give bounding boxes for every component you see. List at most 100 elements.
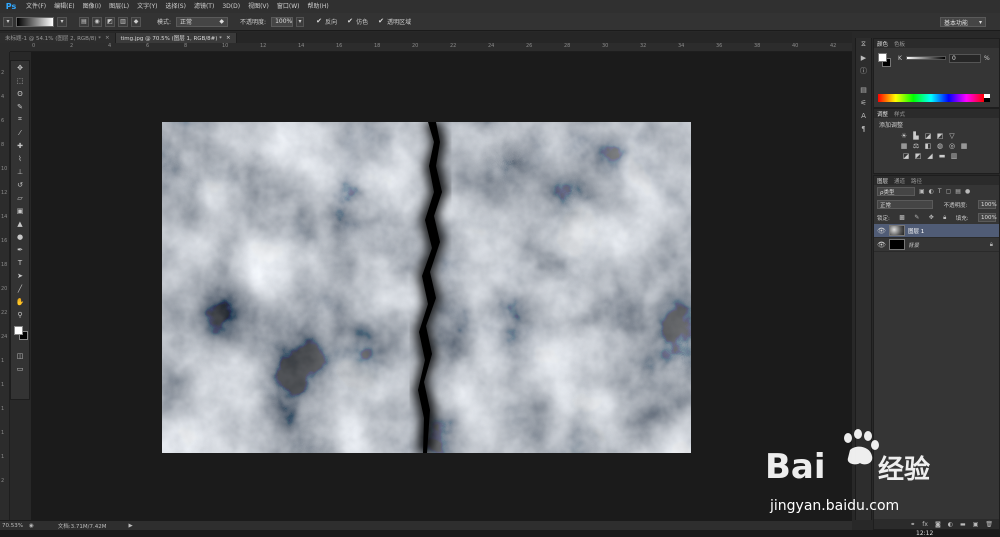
zoom-level[interactable]: 70.53%	[2, 523, 23, 529]
adjustment-filter-icon[interactable]: ◐	[929, 188, 934, 195]
filter-toggle-icon[interactable]: ●	[965, 188, 970, 195]
layer-style-icon[interactable]: fx	[922, 521, 928, 528]
line-tool-icon[interactable]: ╱	[11, 282, 29, 295]
quick-select-tool-icon[interactable]: ✎	[11, 100, 29, 113]
linear-gradient-icon[interactable]: ▤	[79, 16, 89, 27]
healing-brush-tool-icon[interactable]: ✚	[11, 139, 29, 152]
horizontal-ruler[interactable]: 0 2 4 6 8 10 12 14 16 18 20 22 24 26 28 30 32 34 36 38 40 42	[10, 43, 852, 52]
clone-stamp-tool-icon[interactable]: ⊥	[11, 165, 29, 178]
tab-swatches[interactable]: 色板	[894, 40, 905, 48]
menu-item-2[interactable]: 图像(I)	[79, 0, 105, 13]
visibility-eye-icon[interactable]: 👁︎	[877, 227, 886, 235]
close-icon[interactable]: ×	[105, 35, 110, 41]
selective-color-icon[interactable]: ▥	[950, 152, 958, 160]
pixel-filter-icon[interactable]: ▣	[919, 188, 925, 195]
brightness-icon[interactable]: ☀	[900, 132, 908, 140]
menu-item-1[interactable]: 编辑(E)	[50, 0, 78, 13]
eyedropper-tool-icon[interactable]: ⁄	[11, 126, 29, 139]
gradient-dropdown-icon[interactable]: ▾	[57, 16, 67, 27]
workspace-select[interactable]: 基本功能 ▾	[940, 17, 986, 27]
curves-icon[interactable]: ◪	[924, 132, 932, 140]
hue-saturation-icon[interactable]: ▦	[900, 142, 908, 150]
history-icon[interactable]: ⧖	[856, 38, 871, 51]
history-brush-tool-icon[interactable]: ↺	[11, 178, 29, 191]
add-mask-icon[interactable]: ◙	[935, 521, 941, 528]
vertical-ruler[interactable]: 2 4 6 8 10 12 14 16 18 20 22 24 1 1 1 1 1 2	[0, 52, 10, 520]
visibility-eye-icon[interactable]: 👁︎	[877, 241, 886, 249]
foreground-color-swatch[interactable]	[878, 53, 887, 62]
delete-layer-icon[interactable]: 🗑︎	[985, 521, 993, 528]
smart-object-filter-icon[interactable]: ▤	[955, 188, 961, 195]
move-tool-icon[interactable]: ✥	[11, 61, 29, 74]
crop-tool-icon[interactable]: ⌗	[11, 113, 29, 126]
quick-mask-icon[interactable]: ◫	[11, 349, 29, 362]
tab-layers[interactable]: 图层	[877, 177, 888, 185]
dodge-tool-icon[interactable]: ●	[11, 230, 29, 243]
zoom-tool-icon[interactable]: ⚲	[11, 308, 29, 321]
status-arrow-icon[interactable]: ▶	[129, 523, 133, 529]
menu-item-10[interactable]: 帮助(H)	[304, 0, 333, 13]
opacity-input[interactable]: 100%	[271, 16, 294, 27]
color-swatches[interactable]	[11, 323, 29, 349]
levels-icon[interactable]: ▙	[912, 132, 920, 140]
close-icon[interactable]: ×	[226, 35, 231, 41]
lock-pixels-icon[interactable]: ✎	[914, 214, 919, 221]
menu-item-4[interactable]: 文字(Y)	[133, 0, 161, 13]
color-lookup-icon[interactable]: ▦	[960, 142, 968, 150]
menu-item-3[interactable]: 图层(L)	[105, 0, 133, 13]
black-white-icon[interactable]: ◧	[924, 142, 932, 150]
invert-icon[interactable]: ◪	[902, 152, 910, 160]
bw-spectrum[interactable]	[984, 94, 990, 102]
menu-item-9[interactable]: 窗口(W)	[273, 0, 304, 13]
screen-mode-icon[interactable]: ▭	[11, 362, 29, 375]
vibrance-icon[interactable]: ▽	[948, 132, 956, 140]
new-adjustment-icon[interactable]: ◐	[948, 521, 953, 528]
tab-timg[interactable]: timg.jpg @ 70.5% (图层 1, RGB/8#) * ×	[115, 33, 237, 43]
tool-preset-picker[interactable]: ▾	[3, 16, 13, 27]
type-tool-icon[interactable]: T	[11, 256, 29, 269]
new-layer-icon[interactable]: ▣	[973, 521, 979, 528]
blur-tool-icon[interactable]: ▲	[11, 217, 29, 230]
marquee-tool-icon[interactable]: ⬚	[11, 74, 29, 87]
dither-checkbox[interactable]: ✔ 仿色	[347, 17, 368, 27]
angle-gradient-icon[interactable]: ◩	[105, 16, 115, 27]
reverse-checkbox[interactable]: ✔ 反向	[316, 17, 337, 27]
layer-filter-select[interactable]: ρ类型	[877, 187, 915, 196]
tab-paths[interactable]: 路径	[911, 177, 922, 185]
character-icon[interactable]: A	[856, 109, 871, 122]
foreground-color-swatch[interactable]	[14, 326, 23, 335]
lock-transparent-icon[interactable]: ▩	[899, 214, 905, 221]
channel-mixer-icon[interactable]: ◎	[948, 142, 956, 150]
tab-adjustments[interactable]: 调整	[877, 110, 888, 118]
brush-panel-icon[interactable]: ▤	[856, 83, 871, 96]
opacity-dropdown-icon[interactable]: ▾	[296, 16, 305, 27]
k-slider[interactable]	[906, 56, 946, 60]
color-spectrum[interactable]	[878, 94, 984, 102]
gradient-tool-icon[interactable]: ▣	[11, 204, 29, 217]
document-canvas[interactable]	[162, 122, 691, 453]
tab-untitled[interactable]: 未标题-1 @ 54.1% (图层 2, RGB/8) * ×	[0, 33, 116, 43]
k-value-input[interactable]: 0	[949, 54, 981, 63]
menu-item-6[interactable]: 滤镜(T)	[190, 0, 218, 13]
brush-tool-icon[interactable]: ⌇	[11, 152, 29, 165]
layer-row-layer1[interactable]: 👁︎ 图层 1	[874, 224, 999, 238]
menu-item-7[interactable]: 3D(D)	[218, 0, 244, 13]
info-icon[interactable]: ⓘ	[856, 64, 871, 77]
tab-color[interactable]: 颜色	[877, 40, 888, 48]
new-group-icon[interactable]: ▬	[960, 521, 966, 528]
type-filter-icon[interactable]: T	[938, 188, 942, 195]
tab-channels[interactable]: 通道	[894, 177, 905, 185]
lock-position-icon[interactable]: ✥	[929, 214, 934, 221]
play-action-icon[interactable]: ▶	[856, 51, 871, 64]
lasso-tool-icon[interactable]: ʘ	[11, 87, 29, 100]
exposure-icon[interactable]: ◩	[936, 132, 944, 140]
blend-mode-select[interactable]: 正常	[877, 200, 933, 209]
mode-select[interactable]: 正常 ◆	[176, 16, 229, 27]
hand-tool-icon[interactable]: ✋	[11, 295, 29, 308]
path-select-tool-icon[interactable]: ➤	[11, 269, 29, 282]
menu-item-8[interactable]: 视图(V)	[244, 0, 273, 13]
menu-item-5[interactable]: 选择(S)	[161, 0, 190, 13]
gradient-swatch[interactable]	[16, 16, 54, 27]
transparency-checkbox[interactable]: ✔ 透明区域	[378, 17, 411, 27]
posterize-icon[interactable]: ◩	[914, 152, 922, 160]
